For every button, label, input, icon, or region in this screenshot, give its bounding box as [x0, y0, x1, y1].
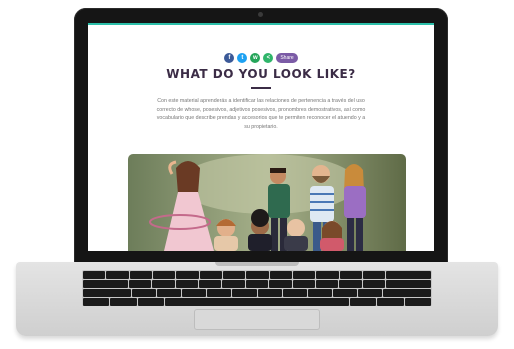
- key-row: [83, 280, 432, 288]
- key: [316, 280, 339, 288]
- key: [246, 271, 269, 279]
- share-pill-button[interactable]: Share: [276, 53, 298, 63]
- key: [404, 298, 432, 306]
- spacebar: [164, 298, 350, 306]
- twitter-icon[interactable]: t: [237, 53, 248, 63]
- page-title: WHAT DO YOU LOOK LIKE?: [166, 67, 356, 81]
- key: [182, 289, 207, 297]
- trackpad: [194, 309, 320, 330]
- key: [199, 271, 222, 279]
- top-accent-bar: [88, 23, 434, 25]
- keyboard: [82, 270, 432, 306]
- share-pill-label: Share: [280, 55, 294, 61]
- key: [386, 280, 432, 288]
- key: [386, 271, 431, 279]
- laptop-screen: f t w < Share WHAT DO YOU LOOK LIKE? Con…: [88, 23, 434, 251]
- key: [232, 289, 257, 297]
- key: [307, 289, 332, 297]
- key: [357, 289, 382, 297]
- key: [83, 298, 110, 306]
- key: [362, 271, 386, 279]
- share-glyph: <: [266, 55, 271, 61]
- whatsapp-icon[interactable]: w: [250, 53, 261, 63]
- key: [332, 289, 357, 297]
- characters-illustration: [128, 154, 406, 251]
- key: [83, 289, 132, 297]
- key: [339, 271, 362, 279]
- key-row: [83, 289, 432, 297]
- hero-illustration: [128, 154, 406, 251]
- key: [152, 271, 176, 279]
- key: [83, 271, 106, 279]
- key: [257, 289, 282, 297]
- twitter-glyph: t: [241, 55, 244, 61]
- key: [132, 289, 157, 297]
- key: [245, 280, 269, 288]
- share-buttons: f t w < Share: [88, 53, 434, 63]
- key: [222, 280, 245, 288]
- key: [316, 271, 339, 279]
- key: [128, 280, 152, 288]
- key: [152, 280, 175, 288]
- key: [362, 280, 386, 288]
- facebook-glyph: f: [228, 55, 231, 61]
- key: [199, 280, 222, 288]
- key: [106, 271, 129, 279]
- facebook-icon[interactable]: f: [224, 53, 235, 63]
- intro-paragraph: Con este material aprenderás a identific…: [156, 98, 366, 130]
- share-icon[interactable]: <: [263, 53, 274, 63]
- key-row: [83, 271, 431, 279]
- key: [83, 280, 128, 288]
- key: [207, 289, 232, 297]
- key: [377, 298, 404, 306]
- key: [269, 280, 292, 288]
- key: [292, 280, 316, 288]
- laptop-hinge: [215, 262, 299, 266]
- whatsapp-glyph: w: [252, 55, 258, 61]
- key: [175, 280, 199, 288]
- key: [129, 271, 152, 279]
- key: [292, 271, 316, 279]
- key: [382, 289, 432, 297]
- key: [222, 271, 246, 279]
- key: [339, 280, 362, 288]
- key-row: [83, 298, 432, 306]
- webcam-icon: [258, 12, 263, 17]
- key: [269, 271, 292, 279]
- key: [110, 298, 137, 306]
- key: [282, 289, 307, 297]
- key: [137, 298, 164, 306]
- title-divider: [251, 87, 271, 89]
- key: [157, 289, 182, 297]
- key: [176, 271, 199, 279]
- key: [350, 298, 377, 306]
